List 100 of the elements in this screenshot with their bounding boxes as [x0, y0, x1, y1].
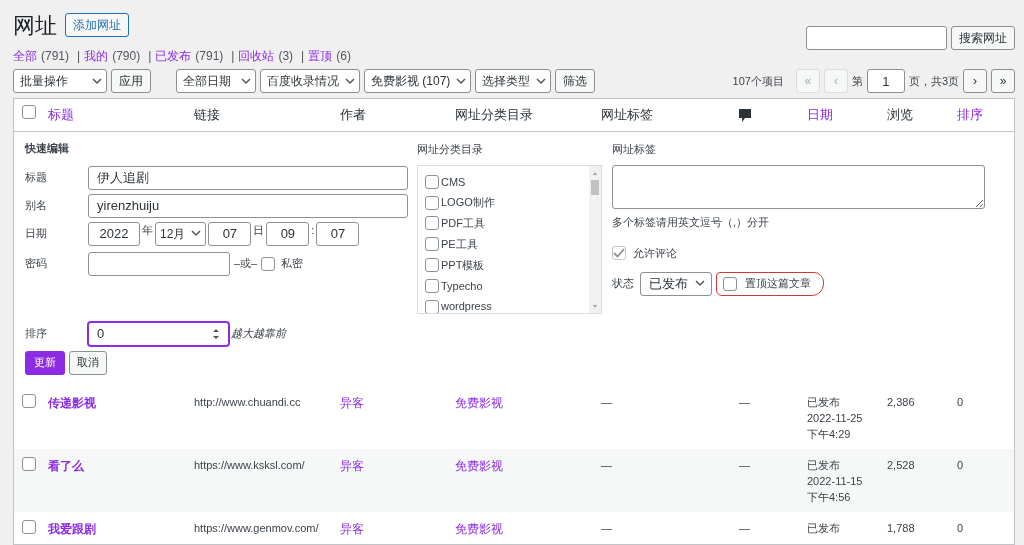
count: (3)	[278, 48, 294, 65]
column-header: 链接	[194, 107, 220, 123]
page-field[interactable]: 1	[866, 69, 905, 93]
page-total: 页，共3页	[908, 73, 959, 89]
cancel-button[interactable]: 取消	[69, 350, 107, 375]
count: (6)	[336, 48, 351, 65]
text-field[interactable]: yirenzhuiju	[88, 193, 408, 218]
section-label: 网址分类目录	[417, 142, 484, 157]
column-header: 作者	[340, 107, 366, 123]
post-title-link[interactable]: 看了么	[48, 459, 84, 473]
hour-field[interactable]: 09	[266, 221, 310, 246]
table-cell: 2,386	[887, 396, 915, 408]
bulk-action-dropdown[interactable]: 批量操作	[13, 69, 107, 93]
or-label: –或–	[234, 256, 258, 272]
separator: |	[301, 48, 305, 65]
filter-button[interactable]: 筛选	[555, 69, 596, 93]
count: (791)	[195, 48, 224, 65]
category-label: wordpress	[441, 299, 492, 313]
page-label: 第	[851, 73, 863, 89]
table-cell: —	[601, 396, 612, 408]
post-title-link[interactable]: 传递影视	[48, 396, 96, 410]
filter-link[interactable]: 回收站	[238, 47, 275, 65]
category-label: Typecho	[441, 278, 483, 294]
post-title-link[interactable]: 我爱跟剧	[48, 522, 96, 536]
category-label: PE工具	[441, 237, 478, 253]
filter-link[interactable]: 已发布	[155, 47, 192, 65]
status-dropdown[interactable]: 已发布	[640, 271, 712, 296]
table-cell: 0	[957, 459, 964, 471]
page-nav-button[interactable]: ›	[963, 69, 987, 93]
checkbox-label: 私密	[281, 256, 304, 272]
quick-edit-heading: 快速编辑	[25, 141, 70, 156]
order-field[interactable]: 0	[88, 321, 229, 346]
month-dropdown[interactable]: 12月	[155, 221, 207, 246]
checkbox-label: 置顶这篇文章	[745, 276, 811, 292]
filter-dropdown[interactable]: 选择类型	[475, 69, 552, 93]
filter-dropdown[interactable]: 免费影视 (107)	[364, 69, 472, 93]
date-text: 下午4:29	[807, 427, 852, 442]
category-label: PDF工具	[441, 216, 485, 232]
filter-link[interactable]: 置顶	[308, 47, 333, 65]
field-label: 标题	[25, 170, 48, 186]
count: (790)	[112, 48, 141, 65]
filter-dropdown[interactable]: 全部日期	[176, 69, 256, 93]
unit-label: :	[311, 222, 315, 238]
section-label: 网址标签	[612, 142, 657, 157]
column-header: 浏览	[887, 107, 913, 123]
field-label: 密码	[25, 256, 48, 272]
unit-label: 年	[142, 222, 153, 238]
date-text: 下午4:56	[807, 490, 852, 505]
date-text: 已发布	[807, 395, 841, 410]
count: (791)	[41, 48, 69, 65]
column-header: 网址分类目录	[455, 107, 533, 123]
update-button[interactable]: 更新	[25, 350, 65, 375]
text-field[interactable]: 伊人追剧	[88, 165, 408, 190]
apply-button[interactable]: 应用	[111, 69, 151, 93]
hint-text: 越大越靠前	[231, 326, 286, 342]
year-field[interactable]: 2022	[88, 221, 140, 246]
item-count: 107个项目	[732, 73, 784, 89]
author-link[interactable]: 异客	[340, 459, 364, 473]
separator: |	[148, 48, 152, 65]
separator: |	[77, 48, 81, 65]
table-cell: —	[601, 522, 612, 534]
page-nav-button[interactable]: »	[991, 69, 1015, 93]
sortable-column-header[interactable]: 排序	[957, 107, 983, 123]
filter-link[interactable]: 全部	[13, 47, 37, 65]
separator: |	[231, 48, 235, 65]
table-cell: —	[601, 459, 612, 471]
category-label: LOGO制作	[441, 195, 495, 211]
field-label: 排序	[25, 326, 48, 342]
field-label: 日期	[25, 226, 48, 242]
table-cell: —	[739, 522, 750, 534]
author-link[interactable]: 异客	[340, 522, 364, 536]
date-text: 2022-11-15	[807, 474, 864, 489]
link-text: http://www.chuandi.cc	[194, 396, 301, 408]
author-link[interactable]: 异客	[340, 396, 364, 410]
category-link[interactable]: 免费影视	[455, 522, 503, 536]
category-label: CMS	[441, 174, 466, 190]
sortable-column-header[interactable]: 日期	[807, 107, 833, 123]
table-cell: —	[739, 396, 750, 408]
column-header: 网址标签	[601, 107, 653, 123]
add-button[interactable]: 添加网址	[65, 13, 129, 37]
filter-link[interactable]: 我的	[84, 47, 109, 65]
field-value: 0	[97, 324, 105, 343]
unit-label: 日	[253, 222, 265, 238]
link-text: https://www.genmov.com/	[194, 522, 319, 534]
date-text: 已发布	[807, 458, 841, 473]
category-link[interactable]: 免费影视	[455, 459, 503, 473]
category-label: PPT模板	[441, 257, 485, 273]
table-cell: 0	[957, 522, 964, 534]
date-text: 2022-11-25	[807, 411, 864, 426]
filter-dropdown[interactable]: 百度收录情况	[260, 69, 360, 93]
category-link[interactable]: 免费影视	[455, 396, 503, 410]
sortable-column-header[interactable]: 标题	[48, 107, 74, 123]
link-text: https://www.ksksl.com/	[194, 459, 305, 471]
hint-text: 多个标签请用英文逗号（,）分开	[612, 214, 771, 230]
day-field[interactable]: 07	[208, 221, 252, 246]
search-button[interactable]: 搜索网址	[951, 26, 1015, 50]
minute-field[interactable]: 07	[316, 221, 360, 246]
checkbox-label: 允许评论	[633, 246, 677, 261]
table-cell: 0	[957, 396, 964, 408]
table-cell: 1,788	[887, 522, 915, 534]
